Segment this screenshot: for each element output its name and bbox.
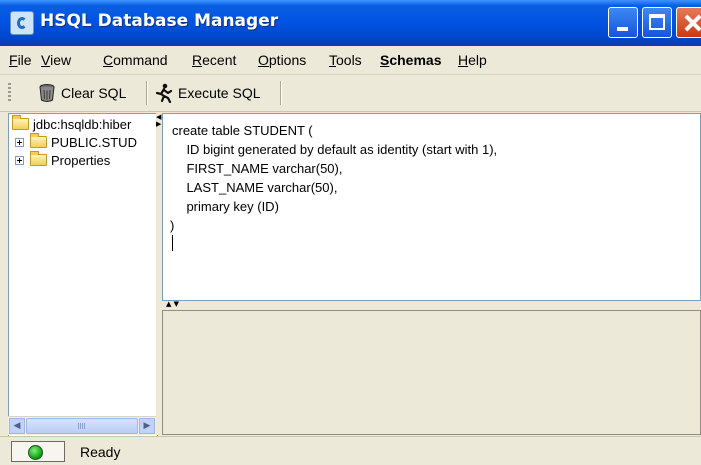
menu-file[interactable]: File (9, 52, 32, 68)
sql-line: primary key (ID) (172, 199, 279, 214)
sql-editor[interactable]: create table STUDENT ( ID bigint generat… (162, 113, 701, 301)
folder-icon (30, 133, 47, 148)
menu-view[interactable]: View (41, 52, 71, 68)
toolbar: Clear SQL Execute SQL (0, 75, 701, 112)
text-caret (172, 235, 173, 251)
splitter-collapse-arrows-icon[interactable]: ◀ ▶ (156, 114, 161, 128)
menu-command[interactable]: Command (103, 52, 168, 68)
tree-horizontal-scrollbar[interactable]: ◀ ▶ (8, 416, 156, 435)
execute-sql-button[interactable]: Execute SQL (153, 80, 261, 106)
sql-line: FIRST_NAME varchar(50), (172, 161, 343, 176)
status-light-icon (28, 445, 43, 460)
menu-bar: File View Command Recent Options Tools S… (0, 46, 701, 75)
toolbar-separator (280, 81, 282, 105)
sql-line: ID bigint generated by default as identi… (172, 142, 498, 157)
schema-tree[interactable]: jdbc:hsqldb:hiber PUBLIC.STUD Properties (8, 113, 158, 437)
scroll-left-arrow-icon[interactable]: ◀ (9, 418, 25, 434)
minimize-button[interactable] (608, 7, 638, 38)
menu-recent[interactable]: Recent (192, 52, 236, 68)
folder-icon (12, 115, 29, 130)
title-bar[interactable]: HSQL Database Manager (0, 0, 701, 46)
app-icon (10, 11, 34, 35)
window-title: HSQL Database Manager (40, 11, 279, 31)
clear-sql-button[interactable]: Clear SQL (38, 80, 126, 106)
running-man-icon (155, 83, 173, 103)
clear-sql-label: Clear SQL (61, 85, 127, 101)
close-button[interactable] (676, 7, 701, 38)
status-bar: Ready (0, 436, 701, 465)
sql-line: create table STUDENT ( (172, 123, 313, 138)
maximize-button[interactable] (642, 7, 672, 38)
results-pane[interactable] (162, 310, 701, 435)
menu-help[interactable]: Help (458, 52, 487, 68)
toolbar-separator (146, 81, 148, 105)
tree-root-label: jdbc:hsqldb:hiber (33, 116, 132, 132)
app-window: HSQL Database Manager File View Command … (0, 0, 701, 465)
tree-item-properties[interactable]: Properties (15, 151, 110, 169)
tree-item-public-student[interactable]: PUBLIC.STUD (15, 133, 137, 151)
execute-sql-label: Execute SQL (178, 85, 261, 101)
sql-line: LAST_NAME varchar(50), (172, 180, 338, 195)
folder-icon (30, 151, 47, 166)
scrollbar-thumb[interactable] (26, 418, 138, 434)
tree-root[interactable]: jdbc:hsqldb:hiber (12, 115, 131, 133)
tree-item-label: Properties (51, 152, 111, 168)
status-indicator (11, 441, 65, 462)
status-text: Ready (80, 444, 121, 460)
scroll-right-arrow-icon[interactable]: ▶ (139, 418, 155, 434)
toolbar-grip[interactable] (8, 83, 11, 103)
tree-item-label: PUBLIC.STUD (51, 134, 137, 150)
expand-icon[interactable] (15, 155, 24, 165)
menu-options[interactable]: Options (258, 52, 306, 68)
splitter-collapse-arrows-icon[interactable]: ▲ ▼ (166, 301, 179, 308)
trash-can-icon (39, 84, 55, 102)
menu-schemas[interactable]: Schemas (380, 52, 442, 68)
menu-tools[interactable]: Tools (329, 52, 362, 68)
expand-icon[interactable] (15, 137, 24, 147)
sql-line: ) (170, 218, 175, 233)
